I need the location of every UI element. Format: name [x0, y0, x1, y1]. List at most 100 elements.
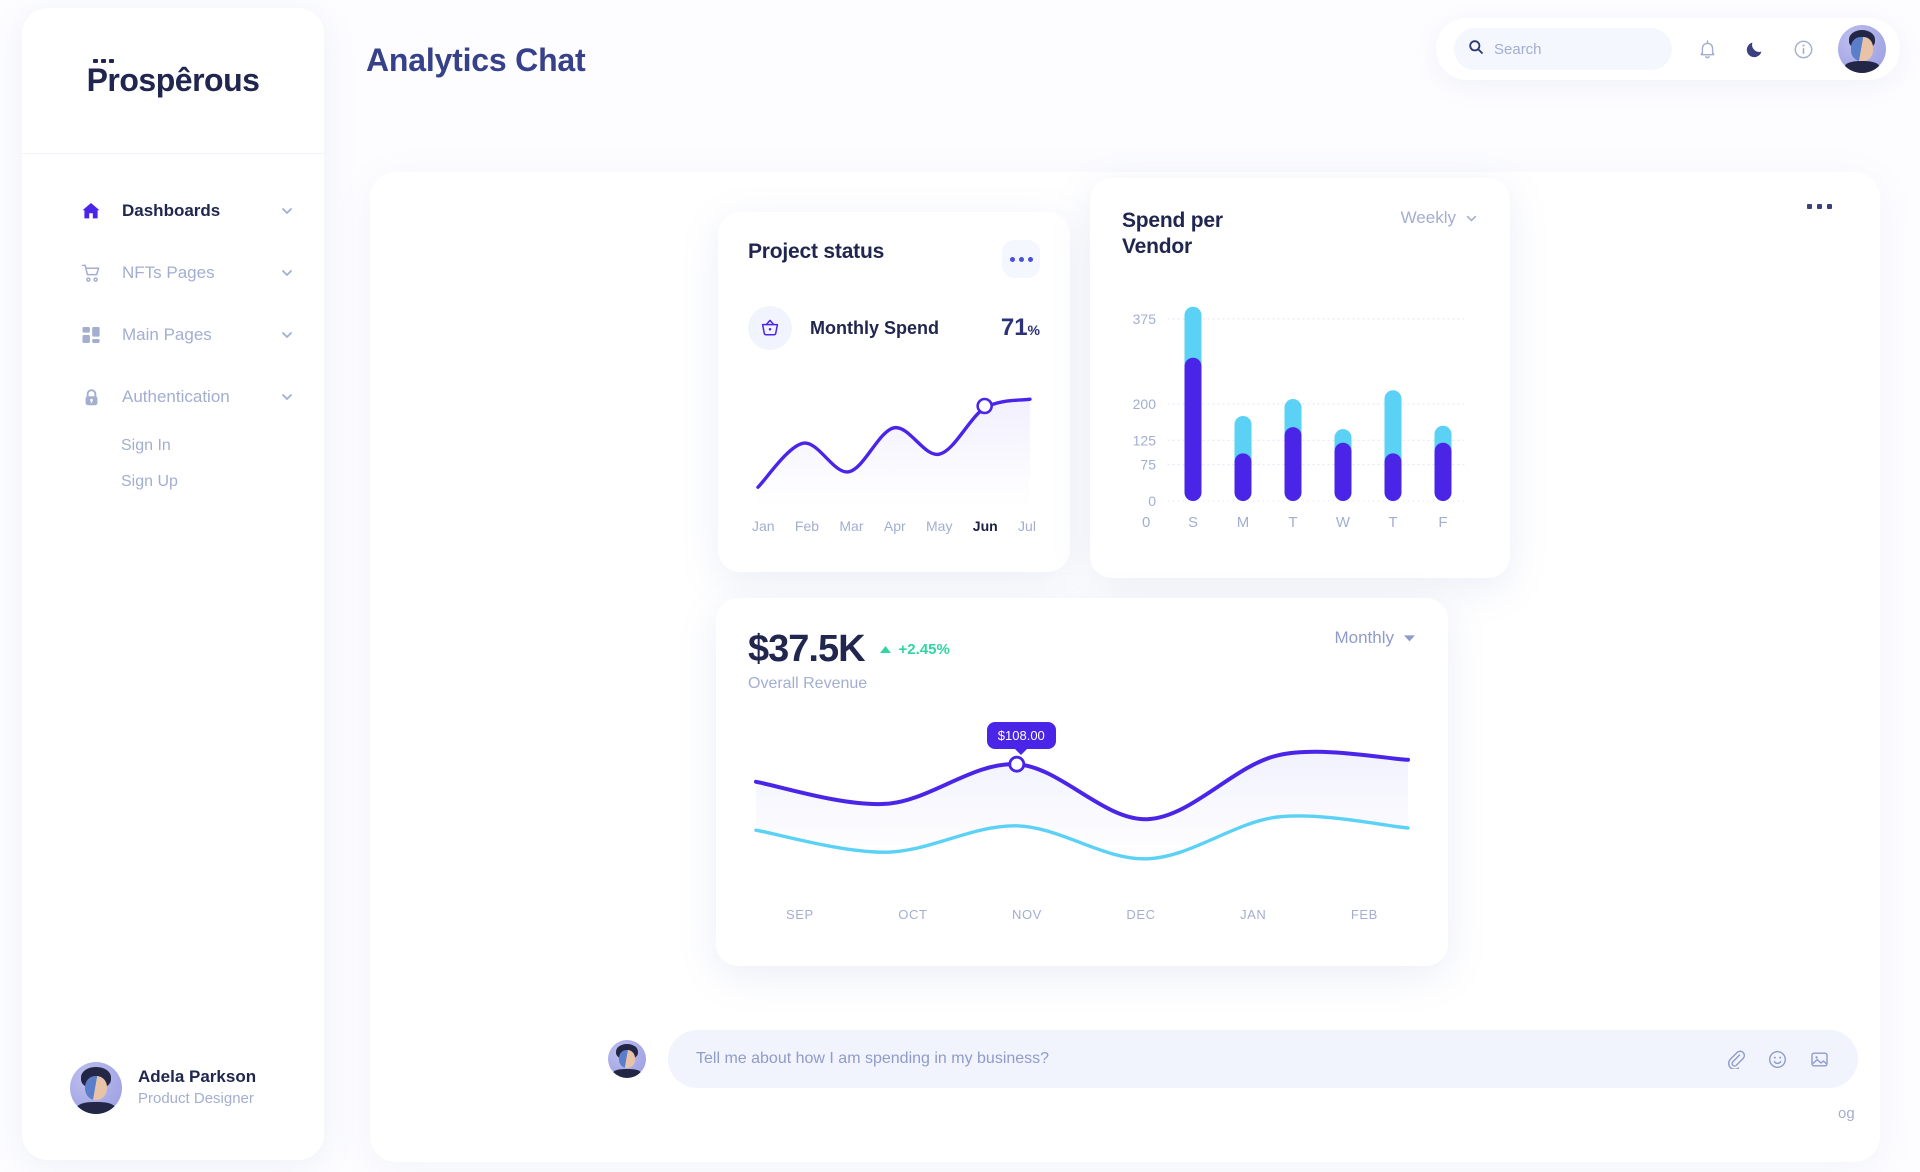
sidebar-subitem-sign-up[interactable]: Sign Up — [22, 464, 324, 500]
page-title: Analytics Chat — [366, 42, 586, 78]
x-axis-label: JAN — [1240, 907, 1267, 922]
chevron-down-icon[interactable] — [280, 266, 294, 280]
chevron-down-icon[interactable] — [280, 204, 294, 218]
y-axis-zero-label: 0 — [1142, 514, 1150, 531]
profile-name: Adela Parkson — [138, 1067, 257, 1087]
x-axis-label: S — [1188, 514, 1198, 531]
bell-icon[interactable] — [1694, 36, 1720, 62]
overall-revenue-chart — [754, 749, 1410, 861]
emoji-icon[interactable] — [1766, 1048, 1788, 1070]
spend-per-vendor-chart: 0 75 125 200 375 S M T W T F 0 — [1133, 306, 1469, 531]
search-icon — [1468, 39, 1484, 60]
x-axis-label: OCT — [898, 907, 928, 922]
chevron-down-icon[interactable] — [280, 328, 294, 342]
bar-segment-base — [1284, 426, 1302, 501]
arrow-up-icon — [879, 646, 891, 653]
x-axis-label: DEC — [1126, 907, 1156, 922]
brand-name: Prospêrous — [87, 59, 260, 99]
search-box[interactable] — [1454, 28, 1672, 70]
vendor-period-select[interactable]: Weekly — [1401, 208, 1478, 228]
profile-role: Product Designer — [138, 1090, 254, 1108]
vendor-period-value: Weekly — [1400, 208, 1456, 227]
x-axis-label: W — [1336, 514, 1351, 531]
card-title: Spend per Vendor — [1122, 209, 1223, 259]
grid-icon — [78, 325, 104, 345]
paperclip-icon[interactable] — [1724, 1048, 1746, 1070]
bar-segment-base — [1234, 452, 1252, 501]
topbar — [1436, 18, 1900, 80]
bar-segment-base — [1384, 452, 1402, 501]
chevron-down-icon[interactable] — [280, 390, 294, 404]
revenue-amount: $37.5K — [748, 628, 866, 670]
x-axis-label: M — [1237, 514, 1250, 531]
x-axis-label: NOV — [1011, 907, 1042, 922]
bar-segment-base — [1334, 442, 1352, 501]
image-icon[interactable] — [1808, 1048, 1830, 1070]
bar-segment-base — [1184, 357, 1202, 501]
x-axis-label: SEP — [786, 907, 814, 922]
sidebar-item-label: NFTs Pages — [122, 263, 215, 282]
x-axis-label: F — [1438, 514, 1447, 531]
avatar — [70, 1062, 122, 1114]
sidebar-item-main-pages[interactable]: Main Pages — [22, 304, 324, 366]
sidebar-subitem-sign-in[interactable]: Sign In — [22, 428, 324, 464]
sidebar-item-label: Dashboards — [122, 201, 221, 220]
avatar — [608, 1040, 646, 1078]
monthly-spend-metric: Monthly Spend 71% — [748, 306, 1040, 350]
sidebar-profile[interactable]: Adela Parkson Product Designer — [70, 1062, 256, 1114]
metric-label: Monthly Spend — [810, 317, 939, 338]
revenue-tooltip: $108.00 — [986, 722, 1056, 750]
chat-input[interactable] — [696, 1050, 1724, 1068]
sidebar-item-authentication[interactable]: Authentication — [22, 366, 324, 428]
chevron-down-icon — [1404, 634, 1415, 641]
y-axis-label: 0 — [1148, 493, 1156, 509]
project-status-x-axis: Jan Feb Mar Apr May Jun Jul — [748, 518, 1040, 534]
search-input[interactable] — [1494, 40, 1658, 58]
avatar[interactable] — [1838, 25, 1886, 73]
sidebar-item-label: Main Pages — [122, 325, 212, 344]
sidebar-item-nfts-pages[interactable]: NFTs Pages — [22, 242, 324, 304]
card-title: Project status — [748, 240, 885, 263]
project-status-chart — [756, 397, 1032, 506]
sidebar: Prospêrous Dashboards NFTs Pages Main Pa… — [22, 8, 324, 1160]
revenue-delta: +2.45% — [898, 641, 950, 658]
project-status-card: Project status Monthly Spend 71% Jan Feb… — [718, 212, 1070, 572]
x-axis-label: Jul — [1018, 518, 1036, 534]
overall-revenue-card: $37.5K +2.45% Overall Revenue Monthly $1… — [716, 598, 1448, 966]
cart-icon — [78, 263, 104, 284]
x-axis-label: Jan — [752, 518, 775, 534]
y-axis-label: 125 — [1133, 432, 1157, 448]
brand-logo[interactable]: Prospêrous — [22, 8, 324, 154]
sidebar-nav: Dashboards NFTs Pages Main Pages Authent… — [22, 154, 324, 500]
y-axis-label: 375 — [1133, 310, 1157, 326]
revenue-period-value: Monthly — [1334, 628, 1394, 647]
x-axis-label: May — [926, 518, 953, 534]
home-icon — [78, 201, 104, 221]
sidebar-item-dashboards[interactable]: Dashboards — [22, 180, 324, 242]
project-status-more-button[interactable] — [1002, 240, 1040, 278]
x-axis-label: Feb — [794, 518, 820, 534]
panel-clipped-label: og — [1838, 1105, 1855, 1122]
bar-segment-base — [1434, 442, 1452, 501]
x-axis-label: Jun — [972, 518, 998, 534]
chat-bar — [608, 1030, 1858, 1088]
basket-icon — [748, 306, 792, 350]
sidebar-item-label: Authentication — [122, 387, 230, 406]
revenue-subtitle: Overall Revenue — [748, 675, 868, 692]
lock-icon — [78, 388, 104, 407]
revenue-x-axis: SEP OCT NOV DEC JAN FEB — [748, 907, 1416, 922]
info-icon[interactable] — [1790, 36, 1816, 62]
x-axis-label: T — [1388, 514, 1397, 531]
metric-value: 71% — [1000, 314, 1040, 341]
y-axis-label: 200 — [1133, 395, 1157, 411]
panel-more-menu[interactable] — [1807, 204, 1832, 209]
revenue-period-select[interactable]: Monthly — [1334, 628, 1416, 648]
moon-icon[interactable] — [1742, 36, 1768, 62]
x-axis-label: Apr — [883, 518, 906, 534]
x-axis-label: FEB — [1350, 907, 1378, 922]
chat-input-container[interactable] — [668, 1030, 1858, 1088]
app-root: Prospêrous Dashboards NFTs Pages Main Pa… — [0, 0, 1920, 1172]
spend-per-vendor-card: Spend per Vendor Weekly 0 75 125 200 375 S M T W… — [1090, 178, 1510, 578]
y-axis-label: 75 — [1140, 456, 1156, 472]
chevron-down-icon — [1466, 215, 1477, 221]
